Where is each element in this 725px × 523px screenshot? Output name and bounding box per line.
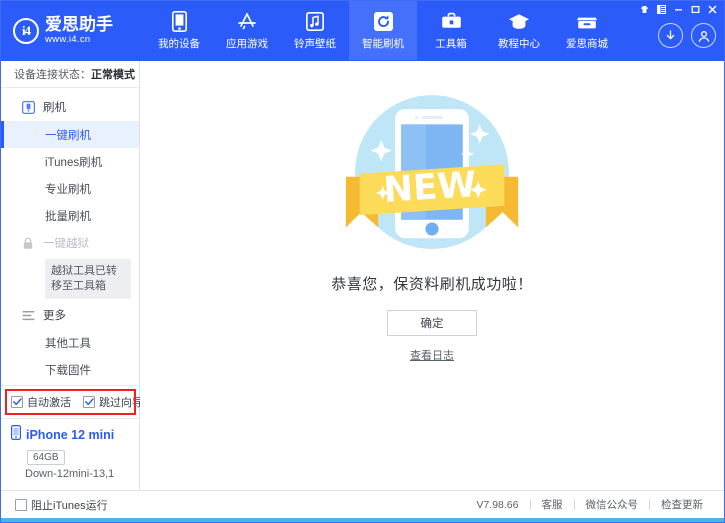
phone-icon: [168, 11, 190, 33]
sidebar-options: 自动激活 跳过向导: [1, 385, 139, 418]
logo-text: 爱思助手 www.i4.cn: [45, 16, 113, 46]
connection-status: 设备连接状态： 正常模式: [1, 61, 139, 88]
version-label: V7.98.66: [465, 499, 529, 511]
device-capacity: 64GB: [27, 450, 65, 465]
checkbox-auto-activate[interactable]: 自动激活: [11, 394, 71, 410]
close-icon[interactable]: [705, 3, 720, 16]
nav-item-ringtone-wallpaper[interactable]: 铃声壁纸: [281, 1, 349, 60]
checkbox-box: [15, 499, 27, 511]
skin-icon[interactable]: [637, 3, 652, 16]
checkbox-box: [83, 396, 95, 408]
maximize-icon[interactable]: [688, 3, 703, 16]
list-icon: [21, 308, 35, 322]
content-panel: NEW 恭喜您，保资料刷机成功啦！ 确定 查看日志: [140, 61, 724, 490]
connection-status-label: 设备连接状态：: [14, 66, 91, 82]
refresh-icon: [372, 11, 394, 33]
checkbox-label: 阻止iTunes运行: [31, 497, 108, 513]
download-circle-icon[interactable]: [658, 23, 683, 48]
shop-icon: [576, 11, 598, 33]
nav-item-apps-games[interactable]: 应用游戏: [213, 1, 281, 60]
connection-status-value: 正常模式: [91, 66, 135, 82]
main-nav: 我的设备 应用游戏 铃声壁纸 智能刷机: [145, 1, 621, 60]
toolbox-icon: [440, 11, 462, 33]
user-circle-icon[interactable]: [691, 23, 716, 48]
nav-item-smart-flash[interactable]: 智能刷机: [349, 1, 417, 60]
graduation-icon: [508, 11, 530, 33]
sidebar-item-batch-flash[interactable]: 批量刷机: [1, 202, 139, 229]
customer-service-link[interactable]: 客服: [531, 497, 574, 512]
sidebar-group-more: 更多: [1, 301, 139, 329]
sidebar-item-label: 批量刷机: [45, 208, 91, 224]
confirm-button[interactable]: 确定: [387, 310, 477, 336]
checkbox-box: [11, 396, 23, 408]
nav-item-toolbox[interactable]: 工具箱: [417, 1, 485, 60]
wechat-link[interactable]: 微信公众号: [575, 497, 650, 512]
sidebar-group-flash: 刷机: [1, 93, 139, 121]
sidebar-item-label: 下载固件: [45, 362, 91, 378]
sidebar-item-label: 其他工具: [45, 335, 91, 351]
device-model: Down-12mini-13,1: [25, 468, 129, 480]
sidebar-item-label: 一键刷机: [45, 127, 91, 143]
menu-icon[interactable]: [654, 3, 669, 16]
sidebar-item-label: iTunes刷机: [45, 154, 102, 170]
logo-url: www.i4.cn: [45, 34, 113, 46]
check-update-link[interactable]: 检查更新: [650, 497, 714, 512]
bottom-accent-bar: [1, 518, 724, 522]
sidebar-item-download-firmware[interactable]: 下载固件: [1, 356, 139, 383]
checkbox-label: 跳过向导: [99, 394, 143, 410]
sidebar-group-jailbreak: 一键越狱: [1, 229, 139, 257]
status-bar: 阻止iTunes运行 V7.98.66 客服 微信公众号 检查更新: [1, 490, 724, 518]
window-controls: [637, 3, 720, 16]
new-phone-badge-illustration: NEW: [332, 79, 532, 269]
nav-item-my-device[interactable]: 我的设备: [145, 1, 213, 60]
sidebar-item-other-tools[interactable]: 其他工具: [1, 329, 139, 356]
logo-title: 爱思助手: [45, 16, 113, 34]
device-name: iPhone 12 mini: [26, 428, 114, 442]
nav-label: 工具箱: [435, 36, 467, 51]
sidebar-group-label: 一键越狱: [43, 235, 89, 251]
phone-small-icon: [11, 425, 21, 445]
checkbox-block-itunes[interactable]: 阻止iTunes运行: [15, 497, 108, 513]
appstore-icon: [236, 11, 258, 33]
view-log-link[interactable]: 查看日志: [410, 347, 454, 363]
sidebar-item-label: 专业刷机: [45, 181, 91, 197]
sidebar-item-itunes-flash[interactable]: iTunes刷机: [1, 148, 139, 175]
nav-label: 智能刷机: [362, 36, 404, 51]
illustration-new-text: NEW: [382, 164, 477, 211]
success-message: 恭喜您，保资料刷机成功啦！: [331, 273, 533, 294]
nav-label: 铃声壁纸: [294, 36, 336, 51]
music-icon: [304, 11, 326, 33]
checkbox-label: 自动激活: [27, 394, 71, 410]
nav-label: 我的设备: [158, 36, 200, 51]
app-logo[interactable]: i4 爱思助手 www.i4.cn: [1, 1, 131, 60]
app-body: 设备连接状态： 正常模式 刷机 一键刷机 iTunes刷机: [1, 60, 724, 490]
app-header: i4 爱思助手 www.i4.cn 我的设备 应用游戏: [1, 1, 724, 60]
nav-label: 爱思商城: [566, 36, 608, 51]
device-card[interactable]: iPhone 12 mini 64GB Down-12mini-13,1: [1, 418, 139, 490]
header-actions: [658, 23, 716, 48]
sidebar-item-pro-flash[interactable]: 专业刷机: [1, 175, 139, 202]
nav-item-store[interactable]: 爱思商城: [553, 1, 621, 60]
minimize-icon[interactable]: [671, 3, 686, 16]
sidebar: 设备连接状态： 正常模式 刷机 一键刷机 iTunes刷机: [1, 61, 140, 490]
nav-item-tutorial-center[interactable]: 教程中心: [485, 1, 553, 60]
i4-logo-icon: i4: [13, 18, 39, 44]
lock-icon: [21, 236, 35, 250]
app-window: i4 爱思助手 www.i4.cn 我的设备 应用游戏: [0, 0, 725, 523]
sidebar-item-one-key-flash[interactable]: 一键刷机: [1, 121, 139, 148]
sidebar-group-label: 更多: [43, 307, 66, 323]
checkbox-skip-wizard[interactable]: 跳过向导: [83, 394, 143, 410]
sidebar-group-label: 刷机: [43, 99, 66, 115]
nav-label: 应用游戏: [226, 36, 268, 51]
nav-label: 教程中心: [498, 36, 540, 51]
flash-icon: [21, 100, 35, 114]
sidebar-nav: 刷机 一键刷机 iTunes刷机 专业刷机 批量刷机: [1, 88, 139, 385]
jailbreak-moved-tooltip: 越狱工具已转移至工具箱: [45, 259, 131, 299]
